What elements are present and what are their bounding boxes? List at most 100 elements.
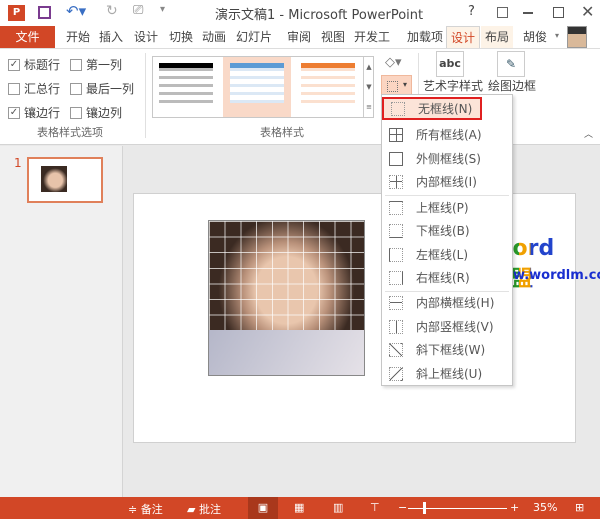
tab-slideshow[interactable]: 幻灯片	[232, 26, 276, 48]
diagonal-up-icon	[389, 366, 403, 381]
menu-item-inside-vertical[interactable]: 内部竖框线(V)	[382, 315, 512, 338]
reading-view-icon[interactable]: ▥	[333, 501, 343, 514]
last-column-label: 最后一列	[86, 82, 135, 96]
shading-icon[interactable]: ◇▾	[385, 55, 402, 70]
gallery-scroll-down[interactable]: ▼	[363, 77, 374, 97]
menu-item-label: 下框线(B)	[416, 224, 470, 238]
menu-item-inside-horizontal[interactable]: 内部横框线(H)	[382, 291, 512, 314]
tab-table-layout[interactable]: 布局	[481, 26, 514, 48]
close-button[interactable]: ✕	[581, 2, 594, 21]
tab-home[interactable]: 开始	[62, 26, 94, 48]
tab-addins[interactable]: 加载项	[403, 26, 447, 48]
total-row-checkbox[interactable]: 汇总行	[8, 80, 60, 97]
title-bar: P ↶▾ ↻ ⎚ ▾ 演示文稿1 - Microsoft PowerPoint …	[0, 0, 600, 26]
slideshow-icon[interactable]: ⊤	[370, 501, 380, 514]
tab-developer[interactable]: 开发工	[350, 26, 394, 48]
zoom-out-button[interactable]: −	[398, 501, 407, 514]
menu-item-label: 所有框线(A)	[416, 128, 482, 142]
minimize-button[interactable]	[523, 12, 533, 14]
draw-borders-label[interactable]: 绘图边框	[488, 79, 536, 93]
maximize-button[interactable]	[553, 7, 564, 18]
first-column-label: 第一列	[86, 58, 123, 72]
menu-item-label: 斜下框线(W)	[416, 343, 486, 357]
all-borders-icon	[389, 127, 403, 142]
menu-item-label: 左框线(L)	[416, 248, 469, 262]
menu-item-left-border[interactable]: 左框线(L)	[382, 243, 512, 266]
first-column-checkbox[interactable]: 第一列	[70, 56, 122, 73]
inside-vertical-icon	[389, 319, 403, 334]
tab-animations[interactable]: 动画	[198, 26, 230, 48]
menu-item-no-border[interactable]: 无框线(N)	[382, 97, 482, 120]
wordart-styles-button[interactable]: abc	[436, 51, 464, 77]
top-border-icon	[389, 200, 403, 215]
help-button[interactable]: ?	[468, 4, 475, 19]
user-menu-chevron-icon[interactable]: ▾	[555, 31, 559, 40]
menu-item-label: 外侧框线(S)	[416, 152, 481, 166]
header-row-checkbox[interactable]: ✓ 标题行	[8, 56, 60, 73]
tab-insert[interactable]: 插入	[95, 26, 127, 48]
table-style-dark[interactable]	[159, 63, 213, 103]
borders-dropdown-menu: 无框线(N) 所有框线(A) 外侧框线(S) 内部框线(I) 上框线(P) 下框…	[381, 94, 513, 386]
ribbon-display-icon[interactable]	[497, 7, 508, 18]
gallery-more[interactable]: ≡	[363, 97, 374, 117]
tab-transitions[interactable]: 切换	[165, 26, 197, 48]
normal-view-button[interactable]: ▣	[248, 497, 278, 519]
customize-qat-icon[interactable]: ▾	[160, 4, 165, 15]
last-column-checkbox[interactable]: 最后一列	[70, 80, 134, 97]
tab-table-design[interactable]: 设计	[446, 26, 481, 48]
banded-columns-label: 镶边列	[86, 106, 123, 120]
notes-button[interactable]: ≑ 备注	[128, 501, 163, 517]
zoom-level[interactable]: 35%	[533, 501, 557, 514]
menu-item-top-border[interactable]: 上框线(P)	[382, 196, 512, 219]
tab-review[interactable]: 审阅	[283, 26, 315, 48]
diagonal-down-icon	[389, 342, 403, 357]
save-icon[interactable]	[38, 6, 51, 19]
fit-slide-icon[interactable]: ⊞	[575, 501, 584, 514]
avatar[interactable]	[567, 26, 587, 48]
collapse-ribbon-icon[interactable]: ︿	[584, 127, 593, 140]
tab-file[interactable]: 文件	[0, 26, 55, 48]
header-row-label: 标题行	[24, 58, 61, 72]
tab-design[interactable]: 设计	[130, 26, 162, 48]
notes-label: 备注	[140, 503, 163, 516]
menu-item-all-borders[interactable]: 所有框线(A)	[382, 123, 512, 146]
slide-sorter-icon[interactable]: ▦	[294, 501, 304, 514]
borders-icon	[387, 81, 398, 92]
bottom-border-icon	[389, 223, 403, 238]
menu-item-diagonal-down[interactable]: 斜下框线(W)	[382, 338, 512, 361]
menu-item-inside-borders[interactable]: 内部框线(I)	[382, 170, 512, 193]
table-with-picture[interactable]	[208, 220, 365, 376]
table-style-orange[interactable]	[301, 63, 355, 103]
comments-button[interactable]: ▰ 批注	[187, 501, 221, 517]
menu-item-label: 右框线(R)	[416, 271, 470, 285]
banded-rows-checkbox[interactable]: ✓ 镶边行	[8, 104, 60, 121]
zoom-in-button[interactable]: +	[510, 501, 519, 514]
chevron-down-icon: ▾	[403, 80, 408, 89]
wordart-styles-label[interactable]: 艺术字样式	[423, 79, 484, 93]
menu-item-bottom-border[interactable]: 下框线(B)	[382, 219, 512, 242]
outside-borders-icon	[389, 151, 403, 166]
slide-thumbnail[interactable]	[27, 157, 103, 203]
redo-icon[interactable]: ↻	[106, 3, 118, 19]
tab-view[interactable]: 视图	[317, 26, 349, 48]
right-border-icon	[389, 270, 403, 285]
banded-rows-label: 镶边行	[24, 106, 61, 120]
user-name[interactable]: 胡俊	[519, 26, 551, 48]
table-style-blue[interactable]	[223, 57, 291, 117]
status-bar: ≑ 备注 ▰ 批注 ▣ ▦ ▥ ⊤ − + 35% ⊞	[0, 497, 600, 519]
menu-item-outside-borders[interactable]: 外侧框线(S)	[382, 147, 512, 170]
banded-columns-checkbox[interactable]: 镶边列	[70, 104, 122, 121]
undo-icon[interactable]: ↶▾	[66, 2, 86, 20]
presentation-icon[interactable]: ⎚	[133, 3, 143, 18]
gallery-scroll-up[interactable]: ▲	[363, 57, 374, 77]
draw-borders-icon[interactable]: ✎	[497, 51, 525, 77]
slide-number: 1	[14, 156, 22, 170]
table-styles-gallery: ▲ ▼ ≡	[152, 56, 374, 118]
menu-item-diagonal-up[interactable]: 斜上框线(U)	[382, 362, 512, 385]
menu-item-right-border[interactable]: 右框线(R)	[382, 266, 512, 289]
zoom-slider[interactable]	[408, 502, 507, 514]
window-title: 演示文稿1 - Microsoft PowerPoint	[215, 8, 424, 23]
table-styles-label: 表格样式	[260, 126, 304, 139]
slides-pane: 1	[0, 146, 123, 497]
menu-item-label: 内部框线(I)	[416, 175, 477, 189]
